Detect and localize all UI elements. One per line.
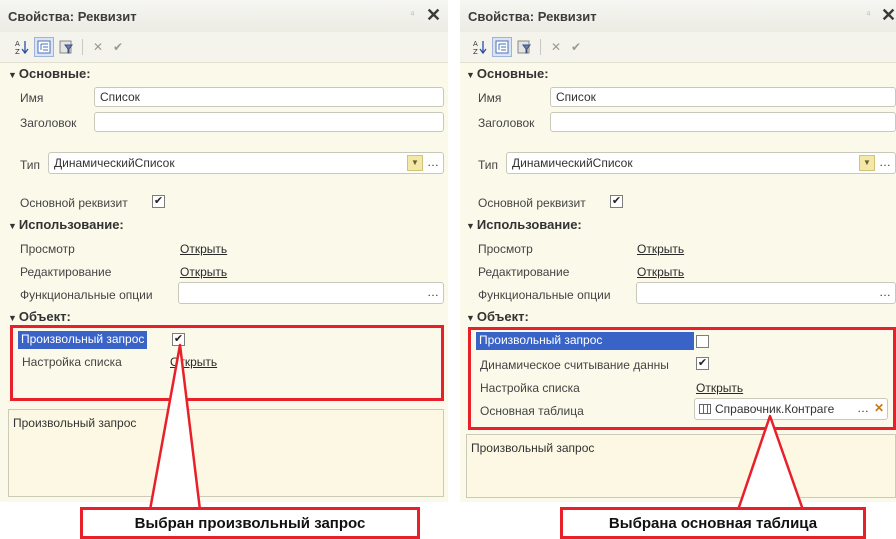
callout-pointer-left [148,343,202,512]
callout-pointer-right [736,414,805,512]
callout-left: Выбран произвольный запрос [80,507,420,539]
annotation-pointers [148,343,805,512]
callout-right: Выбрана основная таблица [560,507,866,539]
